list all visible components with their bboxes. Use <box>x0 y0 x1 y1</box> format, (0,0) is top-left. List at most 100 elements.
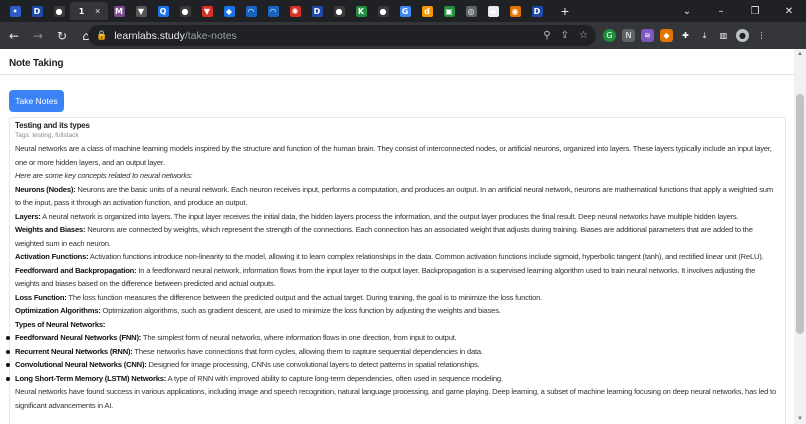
concept-item: Feedforward and Backpropagation: In a fe… <box>15 264 780 291</box>
note-body: Neural networks are a class of machine l… <box>6 142 780 412</box>
tab-favicon-icon: ▼ <box>135 5 147 17</box>
take-notes-button[interactable]: Take Notes <box>9 90 64 112</box>
note-title: Testing and its types <box>15 121 90 130</box>
profile-avatar[interactable]: ● <box>736 29 749 42</box>
type-item: Convolutional Neural Networks (CNN): Des… <box>6 358 780 372</box>
tab-favicon-icon: Q <box>157 5 169 17</box>
concept-text: Neurons are connected by weights, which … <box>15 225 753 248</box>
page-scrollbar[interactable]: ▲ ▼ <box>794 49 806 424</box>
type-text: A type of RNN with improved ability to c… <box>166 373 503 383</box>
browser-tab[interactable]: ● <box>48 2 70 20</box>
scroll-up-arrow-icon[interactable]: ▲ <box>794 51 806 57</box>
type-text: The simplest form of neural networks, wh… <box>141 333 457 342</box>
lock-icon[interactable]: 🔒 <box>96 31 107 41</box>
scroll-down-arrow-icon[interactable]: ▼ <box>794 416 806 422</box>
tab-favicon-icon: • <box>9 5 21 17</box>
tab-favicon-icon: ▣ <box>443 5 455 17</box>
scrollbar-thumb[interactable] <box>796 94 804 334</box>
menu-kebab-icon[interactable]: ⋮ <box>755 29 768 42</box>
type-term: Convolutional Neural Networks (CNN): <box>15 360 147 369</box>
concept-text: A neural network is organized into layer… <box>40 211 739 221</box>
tab-search-icon[interactable]: ⌄ <box>670 6 704 17</box>
tab-favicon-icon: ◎ <box>465 5 477 17</box>
forward-arrow-icon[interactable]: → <box>28 29 48 43</box>
concept-term: Loss Function: <box>15 292 67 302</box>
window-controls: ⌄ – ❐ ✕ <box>670 0 806 22</box>
types-heading: Types of Neural Networks: <box>15 319 106 329</box>
browser-tab[interactable]: ● <box>328 2 350 20</box>
browser-tab[interactable]: ▼ <box>130 2 152 20</box>
browser-tab[interactable]: d <box>416 2 438 20</box>
type-term: Recurrent Neural Networks (RNN): <box>15 346 133 356</box>
browser-tab[interactable]: ◠ <box>240 2 262 20</box>
tab-list: • D ● 1 × M ▼ Q ● ▼ ◆ ◠ ◠ ✺ D ● K ● Gd ▣ ◎ ▬ ◉ D <box>4 2 548 20</box>
tab-favicon-icon: K <box>355 5 367 17</box>
page-header: Note Taking <box>0 49 794 75</box>
concepts-list: Neurons (Nodes): Neurons are the basic u… <box>15 183 780 318</box>
tab-favicon-icon: d <box>421 5 433 17</box>
maximize-button[interactable]: ❐ <box>738 6 772 17</box>
browser-tab[interactable]: ▬ <box>482 2 504 20</box>
browser-tab[interactable]: D <box>306 2 328 20</box>
browser-tab[interactable]: ● <box>174 2 196 20</box>
new-tab-button[interactable]: + <box>554 3 576 19</box>
tab-favicon-icon: ◠ <box>245 5 257 17</box>
close-window-button[interactable]: ✕ <box>772 6 806 17</box>
page-content: Note Taking Take Notes Testing and its t… <box>0 49 794 424</box>
browser-tab[interactable]: 1 × <box>70 2 108 20</box>
browser-tab[interactable]: M <box>108 2 130 20</box>
sidepanel-icon[interactable]: ▥ <box>717 29 730 42</box>
browser-tab[interactable]: D <box>26 2 48 20</box>
types-list: Feedforward Neural Networks (FNN): The s… <box>6 331 780 385</box>
browser-tab[interactable]: ◉ <box>504 2 526 20</box>
note-intro: Neural networks are a class of machine l… <box>15 144 772 167</box>
browser-tab[interactable]: ◎ <box>460 2 482 20</box>
tab-favicon-icon: ✺ <box>289 5 301 17</box>
browser-tab[interactable]: ▣ <box>438 2 460 20</box>
browser-tab[interactable]: ✺ <box>284 2 306 20</box>
url-path: /take-notes <box>184 29 237 42</box>
metamask-icon[interactable]: ◆ <box>660 29 673 42</box>
tags-label: Tags: <box>15 132 31 139</box>
reload-icon[interactable]: ↻ <box>52 29 72 43</box>
concept-term: Weights and Biases: <box>15 225 86 234</box>
browser-tab[interactable]: ▼ <box>196 2 218 20</box>
concept-term: Feedforward and Backpropagation: <box>15 265 137 275</box>
browser-tab[interactable]: D <box>526 2 548 20</box>
concept-item: Activation Functions: Activation functio… <box>15 250 780 264</box>
zoom-icon[interactable]: ⚲ <box>543 30 550 41</box>
browser-tab[interactable]: • <box>4 2 26 20</box>
tab-favicon-icon: ◆ <box>223 5 235 17</box>
bookmark-star-icon[interactable]: ☆ <box>579 30 588 41</box>
browser-tab[interactable]: G <box>394 2 416 20</box>
concept-item: Optimization Algorithms: Optimization al… <box>15 304 780 318</box>
type-item: Recurrent Neural Networks (RNN): These n… <box>6 345 780 359</box>
browser-tab[interactable]: Q <box>152 2 174 20</box>
browser-tab[interactable]: ● <box>372 2 394 20</box>
share-icon[interactable]: ⇪ <box>561 30 569 41</box>
minimize-button[interactable]: – <box>704 6 738 17</box>
concept-term: Neurons (Nodes): <box>15 184 76 194</box>
tab-favicon-icon: ▼ <box>201 5 213 17</box>
concept-text: Optimization algorithms, such as gradien… <box>100 306 501 315</box>
concept-item: Loss Function: The loss function measure… <box>15 291 780 305</box>
browser-tab[interactable]: K <box>350 2 372 20</box>
tab-favicon-icon: D <box>31 5 43 17</box>
back-arrow-icon[interactable]: ← <box>4 29 24 43</box>
tab-favicon-icon: 1 <box>76 5 87 17</box>
tab-favicon-icon: D <box>531 5 543 17</box>
tab-close-icon[interactable]: × <box>95 6 100 16</box>
grammarly-icon[interactable]: G <box>603 29 616 42</box>
browser-tab[interactable]: ◠ <box>262 2 284 20</box>
address-bar[interactable]: 🔒 learnlabs.study/take-notes ⚲ ⇪ ☆ <box>88 25 596 46</box>
browser-tab[interactable]: ◆ <box>218 2 240 20</box>
puzzle-icon[interactable]: ✚ <box>679 29 692 42</box>
concept-text: The loss function measures the differenc… <box>66 292 543 302</box>
tags-value: testing, fullstack <box>32 132 79 139</box>
download-icon[interactable]: ⤓ <box>698 29 711 42</box>
extension-purple-icon[interactable]: ≋ <box>641 29 654 42</box>
type-term: Long Short-Term Memory (LSTM) Networks: <box>15 373 167 383</box>
notion-icon[interactable]: N <box>622 29 635 42</box>
type-item: Long Short-Term Memory (LSTM) Networks: … <box>6 372 780 386</box>
concept-item: Weights and Biases: Neurons are connecte… <box>15 223 780 250</box>
